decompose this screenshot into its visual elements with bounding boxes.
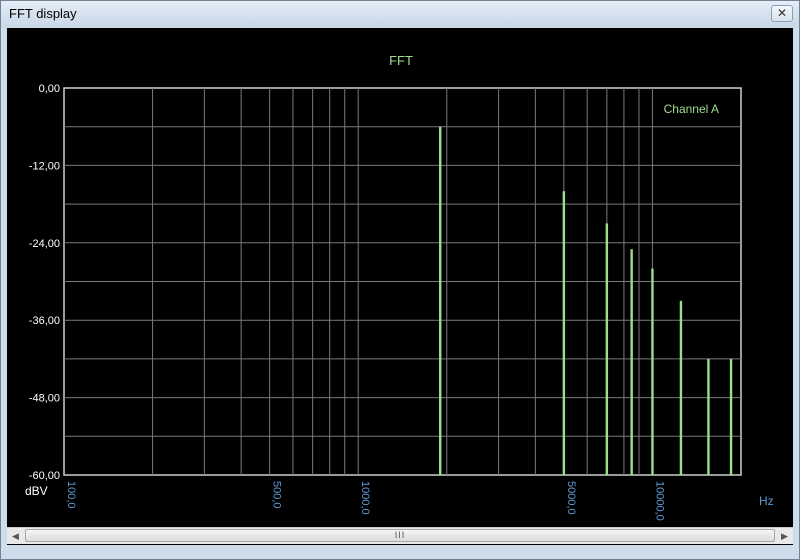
grip-icon: III (394, 530, 406, 540)
y-tick-labels: 0,00 -12,00 -24,00 -36,00 -48,00 -60,00 (29, 83, 60, 482)
y-tick-label: -48,00 (29, 393, 60, 405)
title-bar[interactable]: FFT display ✕ (1, 1, 799, 27)
legend-channel-a: Channel A (664, 102, 719, 116)
close-button[interactable]: ✕ (771, 5, 793, 22)
x-tick-label: 5000,0 (565, 481, 577, 515)
spectrum-bar (630, 249, 633, 475)
fft-chart: FFT 0,00 -12,00 -24,00 -36,00 -48,00 -60,00 1… (25, 53, 774, 521)
x-tick-labels: 100,0 500,0 1000,0 5000,0 10000,0 (65, 481, 665, 521)
spectrum-bar (729, 358, 733, 475)
spectrum-bar (679, 300, 683, 475)
x-tick-label: 100,0 (65, 481, 77, 509)
chart-title: FFT (389, 53, 413, 68)
window-title: FFT display (9, 6, 77, 21)
spectrum-bar (439, 126, 442, 475)
y-axis-label: dBV (25, 484, 48, 498)
spectrum-bar (605, 223, 609, 475)
spectrum-bars (439, 126, 733, 475)
x-tick-label: 10000,0 (653, 481, 665, 521)
y-tick-label: -60,00 (29, 470, 60, 482)
fft-window: FFT display ✕ FFT 0,00 -12,00 -24,00 -36,00… (0, 0, 800, 560)
y-tick-label: 0,00 (39, 83, 60, 95)
spectrum-bar (707, 358, 710, 475)
close-icon: ✕ (776, 6, 788, 20)
y-tick-label: -12,00 (29, 160, 60, 172)
scroll-right-icon[interactable]: ▶ (776, 528, 793, 544)
chart-area: FFT 0,00 -12,00 -24,00 -36,00 -48,00 -60,00 1… (7, 28, 793, 545)
grid-lines (64, 88, 741, 475)
horizontal-scrollbar[interactable]: ◀ III ▶ (7, 527, 793, 544)
y-tick-label: -36,00 (29, 315, 60, 327)
scroll-left-icon[interactable]: ◀ (7, 528, 24, 544)
spectrum-bar (651, 268, 654, 475)
x-tick-label: 1000,0 (359, 481, 371, 515)
y-tick-label: -24,00 (29, 238, 60, 250)
spectrum-bar (562, 191, 566, 475)
scroll-thumb[interactable]: III (25, 529, 775, 542)
x-axis-label: Hz (759, 494, 774, 508)
x-tick-label: 500,0 (271, 481, 283, 509)
